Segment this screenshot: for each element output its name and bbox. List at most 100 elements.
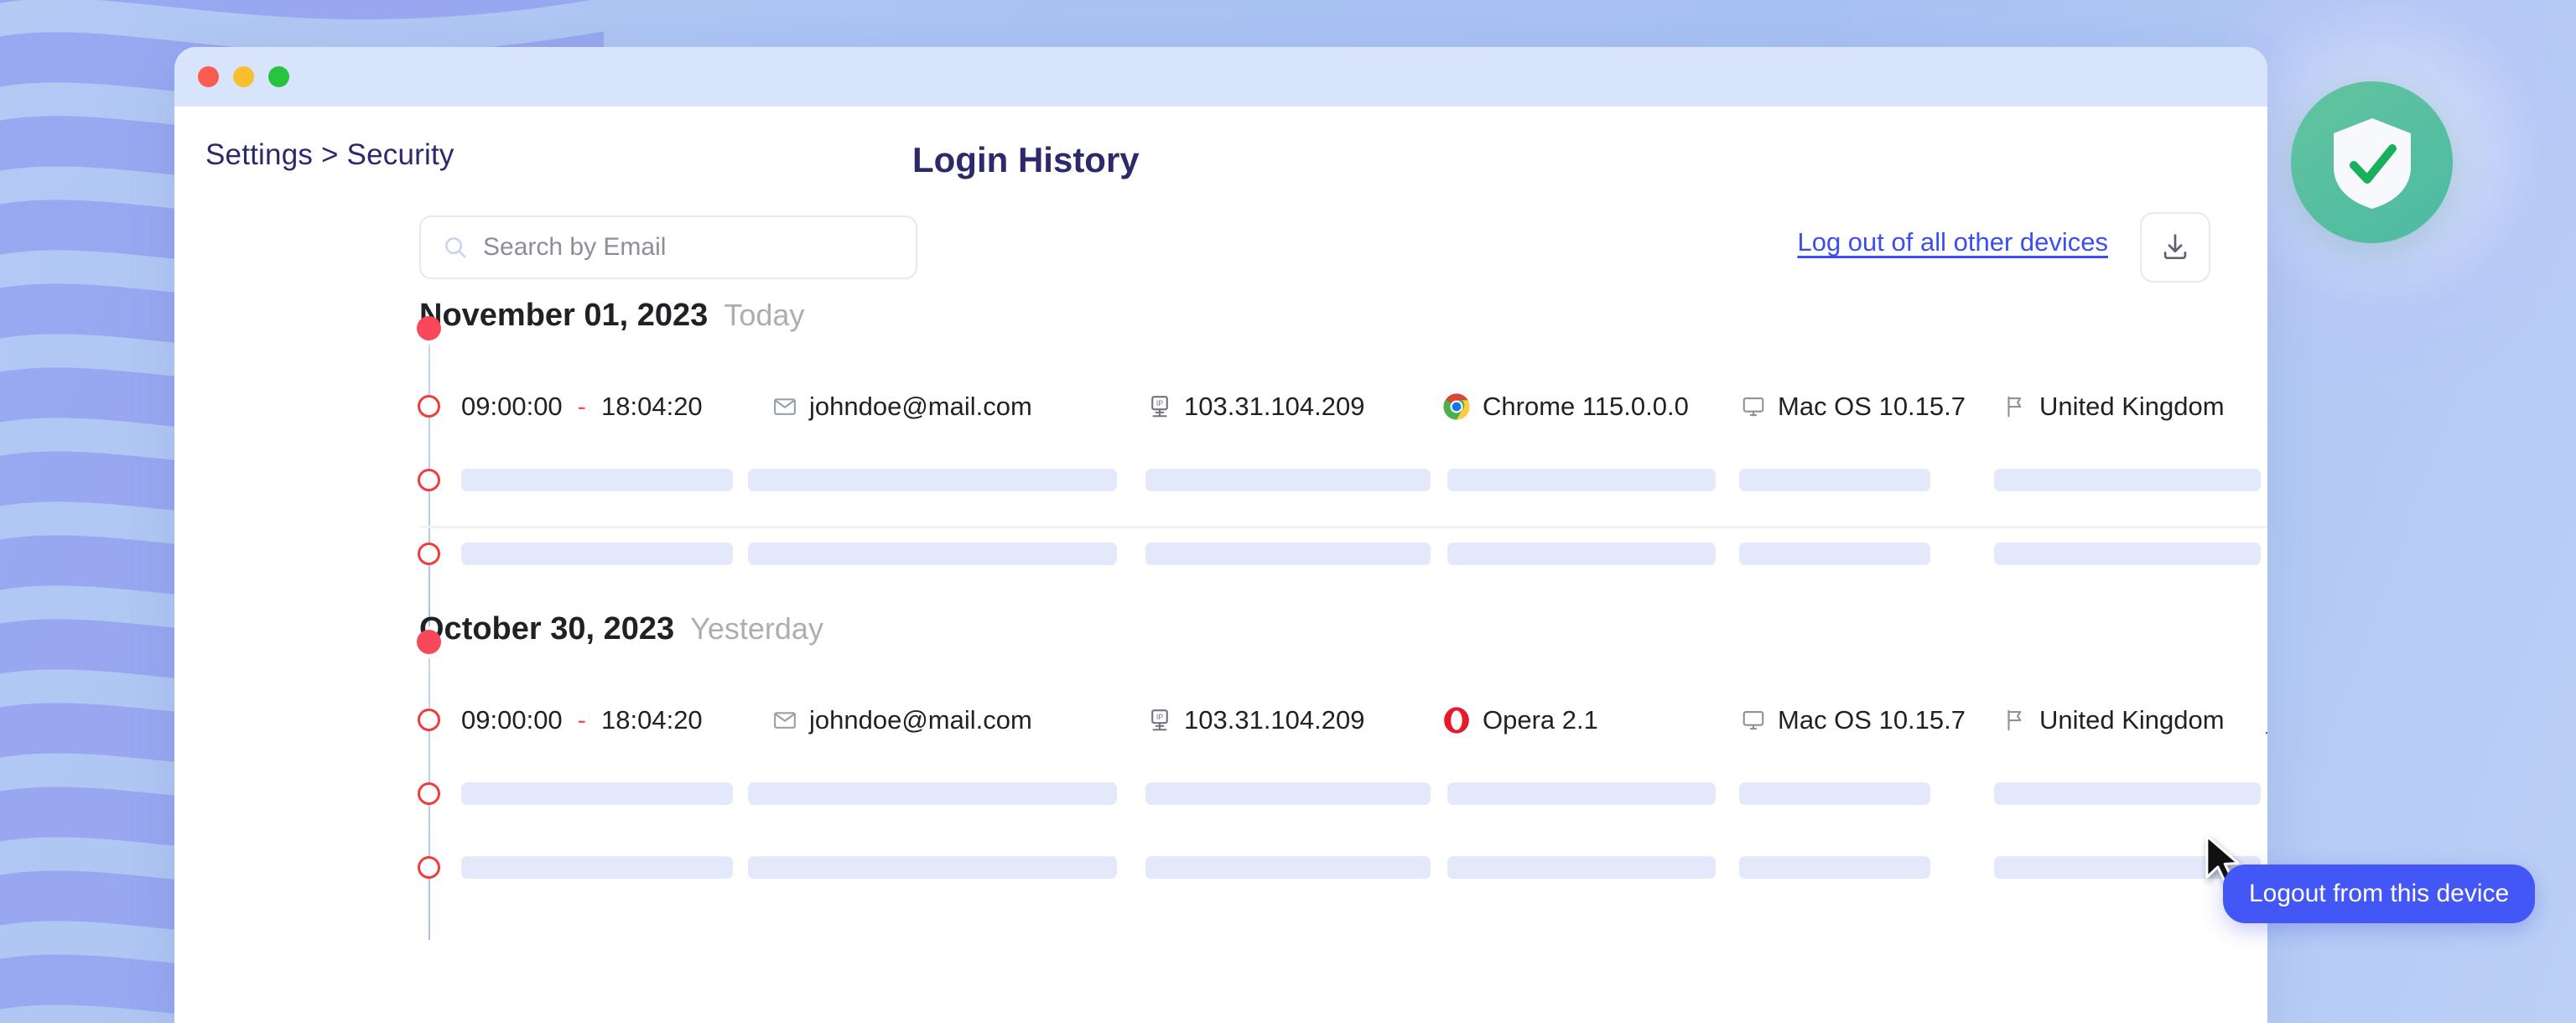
close-window-dot[interactable] xyxy=(198,66,219,87)
breadcrumb[interactable]: Settings > Security xyxy=(205,138,454,172)
entry-time-separator: - xyxy=(577,705,586,735)
placeholder-row xyxy=(174,444,2267,517)
placeholder-row xyxy=(174,517,2267,591)
login-entry-row[interactable]: 09:00:00 - 18:04:20 johndoe@mail.com IP … xyxy=(174,683,2267,757)
placeholder-bar xyxy=(748,782,1117,805)
placeholder-bar xyxy=(1447,782,1716,805)
entry-action-cell: Log out xyxy=(2266,707,2267,735)
placeholder-bar xyxy=(1145,469,1431,491)
placeholder-bar xyxy=(1145,782,1431,805)
placeholder-bar xyxy=(1994,782,2261,805)
entry-marker-icon xyxy=(418,469,440,491)
placeholder-bar xyxy=(1739,856,1930,879)
flag-icon xyxy=(2007,396,2022,418)
entry-time-start: 09:00:00 xyxy=(461,705,563,735)
day-relative-label: Yesterday xyxy=(690,611,823,646)
window-content: Settings > Security Login History Search… xyxy=(174,106,2267,940)
ip-device-icon: IP xyxy=(1151,709,1168,731)
entry-ip-cell: IP 103.31.104.209 xyxy=(1147,392,1365,422)
placeholder-bar xyxy=(1994,543,2261,565)
entry-browser: Opera 2.1 xyxy=(1483,705,1598,735)
entry-time-separator: - xyxy=(577,392,586,421)
download-button[interactable] xyxy=(2140,212,2210,283)
entry-os: Mac OS 10.15.7 xyxy=(1778,392,1966,421)
placeholder-row xyxy=(174,831,2267,905)
security-shield-badge xyxy=(2291,81,2453,243)
browser-window: Settings > Security Login History Search… xyxy=(174,47,2267,1023)
entry-browser: Chrome 115.0.0.0 xyxy=(1483,392,1689,421)
placeholder-bar xyxy=(461,782,733,805)
mail-icon xyxy=(774,398,796,415)
logout-device-link[interactable]: Log out xyxy=(2266,707,2267,734)
search-input-wrapper[interactable]: Search by Email xyxy=(419,216,917,279)
flag-icon xyxy=(2007,709,2022,731)
day-header: November 01, 2023 Today xyxy=(174,298,2267,370)
entry-os: Mac OS 10.15.7 xyxy=(1778,705,1966,735)
ip-device-icon: IP xyxy=(1151,396,1168,418)
login-entry-row[interactable]: 09:00:00 - 18:04:20 johndoe@mail.com IP … xyxy=(174,370,2267,444)
day-date: November 01, 2023 xyxy=(419,298,709,333)
entry-marker-icon xyxy=(418,395,440,418)
entry-ip-cell: IP 103.31.104.209 xyxy=(1147,705,1365,735)
download-icon xyxy=(2163,234,2187,260)
placeholder-bar xyxy=(461,469,733,491)
logout-all-devices-link[interactable]: Log out of all other devices xyxy=(1797,227,2108,257)
placeholder-bar xyxy=(748,856,1117,879)
page-topbar: Settings > Security Login History xyxy=(174,106,2267,200)
entry-country-cell: United Kingdom xyxy=(2002,705,2225,735)
page-title: Login History xyxy=(912,140,1140,179)
placeholder-bar xyxy=(1447,543,1716,565)
placeholder-bar xyxy=(1447,469,1716,491)
placeholder-bar xyxy=(1447,856,1716,879)
day-section: November 01, 2023 Today 09:00:00 - 18:04… xyxy=(174,298,2267,626)
placeholder-bar xyxy=(1739,469,1930,491)
placeholder-bar xyxy=(1739,543,1930,565)
day-date: October 30, 2023 xyxy=(419,611,675,647)
entry-marker-icon xyxy=(418,709,440,731)
placeholder-bar xyxy=(748,543,1117,565)
entry-marker-icon xyxy=(418,856,440,879)
window-titlebar xyxy=(174,47,2267,106)
entry-country: United Kingdom xyxy=(2039,392,2225,421)
search-input[interactable]: Search by Email xyxy=(483,233,666,262)
placeholder-bar xyxy=(1994,856,2261,879)
monitor-icon xyxy=(1742,710,1764,730)
entry-marker-icon xyxy=(418,543,440,565)
monitor-icon xyxy=(1742,397,1764,417)
entry-marker-icon xyxy=(418,782,440,805)
logout-tooltip: Logout from this device xyxy=(2223,865,2536,923)
shield-check-icon xyxy=(2333,117,2411,209)
minimize-window-dot[interactable] xyxy=(233,66,254,87)
entry-browser-cell: Chrome 115.0.0.0 xyxy=(1442,392,1689,422)
mail-icon xyxy=(774,712,796,729)
section-divider xyxy=(419,526,2267,528)
opera-icon xyxy=(1444,707,1469,734)
entry-time-cell: 09:00:00 - 18:04:20 xyxy=(461,705,703,735)
day-section: October 30, 2023 Yesterday 09:00:00 - 18… xyxy=(174,611,2267,940)
entry-email: johndoe@mail.com xyxy=(809,392,1032,421)
day-bullet-icon xyxy=(417,316,441,340)
day-bullet-icon xyxy=(417,630,441,654)
login-history-timeline: November 01, 2023 Today 09:00:00 - 18:04… xyxy=(174,298,2267,940)
entry-time-cell: 09:00:00 - 18:04:20 xyxy=(461,392,703,422)
entry-email-cell: johndoe@mail.com xyxy=(772,392,1032,422)
entry-country: United Kingdom xyxy=(2039,705,2225,735)
entry-email: johndoe@mail.com xyxy=(809,705,1032,735)
day-relative-label: Today xyxy=(724,298,805,332)
entry-browser-cell: Opera 2.1 xyxy=(1442,705,1598,735)
entry-os-cell: Mac OS 10.15.7 xyxy=(1741,705,1966,735)
chrome-icon xyxy=(1443,393,1470,420)
toolbar: Search by Email Log out of all other dev… xyxy=(174,200,2267,298)
entry-email-cell: johndoe@mail.com xyxy=(772,705,1032,735)
placeholder-bar xyxy=(1994,469,2261,491)
maximize-window-dot[interactable] xyxy=(268,66,289,87)
placeholder-row xyxy=(174,757,2267,831)
placeholder-bar xyxy=(1145,856,1431,879)
placeholder-bar xyxy=(461,856,733,879)
svg-text:IP: IP xyxy=(1156,399,1163,408)
placeholder-bar xyxy=(461,543,733,565)
entry-ip: 103.31.104.209 xyxy=(1184,705,1365,735)
day-header: October 30, 2023 Yesterday xyxy=(174,611,2267,683)
search-icon xyxy=(445,237,466,258)
placeholder-bar xyxy=(1739,782,1930,805)
